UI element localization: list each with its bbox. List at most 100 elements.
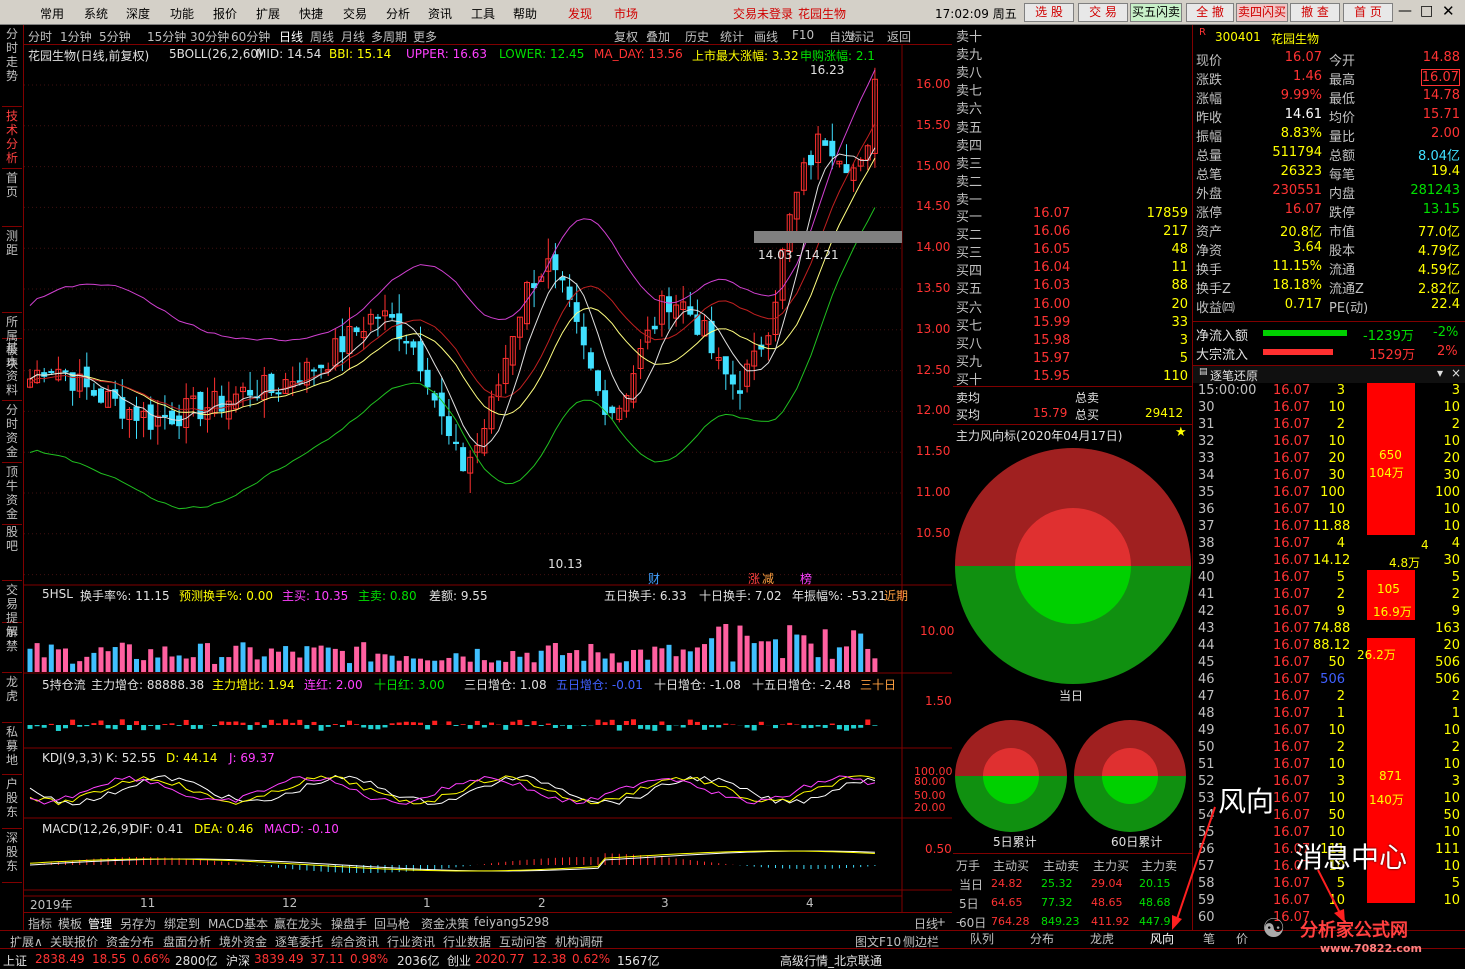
- period-10[interactable]: 更多: [413, 28, 437, 45]
- right-tab-1[interactable]: 分布: [1030, 930, 1054, 948]
- macd-title[interactable]: MACD(12,26,9): [42, 822, 133, 836]
- turnover-bar: [77, 661, 83, 672]
- period-tool-7[interactable]: 返回: [887, 28, 911, 45]
- side-tab-8[interactable]: 股吧: [2, 525, 22, 581]
- position-bar: [425, 725, 431, 730]
- toolbar-button-2[interactable]: 买五闪卖: [1130, 3, 1182, 22]
- side-tab-5[interactable]: 基本资料: [2, 341, 22, 401]
- menu-item-7[interactable]: 交易: [343, 5, 367, 22]
- buy-row-4[interactable]: 买五 16.03 88: [953, 278, 1193, 297]
- side-tab-1[interactable]: 技术分析: [2, 109, 22, 169]
- right-tab-0[interactable]: 队列: [970, 930, 994, 948]
- menu-item-6[interactable]: 快捷: [299, 5, 323, 22]
- quote-row-7: 外盘 230551 内盘 281243: [1193, 183, 1465, 202]
- close-icon[interactable]: ✕: [1442, 2, 1455, 20]
- buy-row-8[interactable]: 买九 15.97 5: [953, 351, 1193, 370]
- period-tool-5[interactable]: F10: [792, 28, 814, 42]
- buy-level-price: 15.98: [1033, 332, 1071, 348]
- quote-row-12: 换手Z 18.18% 流通Z 2.82亿: [1193, 278, 1465, 297]
- menu-shichang[interactable]: 市场: [614, 5, 638, 22]
- period-8[interactable]: 月线: [341, 28, 365, 45]
- period-6[interactable]: 日线: [279, 28, 303, 45]
- side-tab-6[interactable]: 分时资金: [2, 403, 22, 463]
- turnover-bar: [815, 657, 821, 672]
- period-tool-3[interactable]: 统计: [720, 28, 744, 45]
- turnover-bar: [560, 655, 565, 672]
- buy-row-7[interactable]: 买八 15.98 3: [953, 332, 1193, 352]
- tick-close-icon[interactable]: ×: [1451, 366, 1461, 380]
- buy-row-9[interactable]: 买十 15.95 110: [953, 369, 1193, 388]
- side-tab-10[interactable]: 解禁: [2, 625, 22, 673]
- side-tab-9[interactable]: 交易提示: [2, 583, 22, 639]
- buy-row-6[interactable]: 买七 15.99 33: [953, 315, 1193, 334]
- login-status[interactable]: 交易未登录: [733, 5, 793, 22]
- period-4[interactable]: 30分钟: [190, 28, 229, 45]
- toolbar-button-1[interactable]: 交 易: [1078, 3, 1128, 22]
- buy-row-5[interactable]: 买六 16.00 20: [953, 296, 1193, 316]
- period-switch-1[interactable]: +: [936, 915, 946, 929]
- period-9[interactable]: 多周期: [371, 28, 407, 45]
- side-tab-0[interactable]: 分时走势: [2, 27, 22, 107]
- side-tab-2[interactable]: 首页: [2, 171, 22, 227]
- period-tool-2[interactable]: 历史: [685, 28, 709, 45]
- period-tool-4[interactable]: 画线: [754, 28, 778, 45]
- side-tab-3[interactable]: 测距: [2, 229, 22, 313]
- buy-row-1[interactable]: 买二 16.06 217: [953, 224, 1193, 243]
- star-icon[interactable]: ★: [1175, 425, 1187, 440]
- side-tab-14[interactable]: 深股东: [2, 831, 22, 883]
- turnover-bar: [872, 658, 878, 672]
- hsl-title[interactable]: 5HSL: [42, 587, 73, 601]
- buy-row-3[interactable]: 买四 16.04 11: [953, 260, 1193, 279]
- toolbar-button-4[interactable]: 卖四闪买: [1236, 3, 1288, 22]
- position-bar: [531, 721, 537, 725]
- toolbar-button-6[interactable]: 首 页: [1343, 3, 1393, 22]
- buy-row-2[interactable]: 买三 16.05 48: [953, 242, 1193, 261]
- period-2[interactable]: 5分钟: [99, 28, 131, 45]
- candle-body: [843, 164, 850, 174]
- event-marker-1[interactable]: 涨: [748, 570, 760, 587]
- menu-item-2[interactable]: 深度: [126, 5, 150, 22]
- kdj-title[interactable]: KDJ(9,3,3): [42, 751, 103, 765]
- event-marker-3[interactable]: 榜: [800, 570, 812, 587]
- tick-vol2: 1: [1451, 706, 1460, 721]
- toolbar-button-5[interactable]: 撤 查: [1290, 3, 1340, 22]
- side-tab-4[interactable]: 所属板块: [2, 315, 22, 371]
- indicator-tab-10[interactable]: feiyang5298: [474, 915, 549, 929]
- maximize-icon[interactable]: □: [1420, 3, 1433, 19]
- tick-list-header: ▤ 逐笔还原 ▾ ×: [1193, 366, 1465, 383]
- period-5[interactable]: 60分钟: [231, 28, 270, 45]
- kline-chart-area[interactable]: [24, 45, 952, 912]
- menu-item-11[interactable]: 帮助: [513, 5, 537, 22]
- menu-item-1[interactable]: 系统: [84, 5, 108, 22]
- side-tab-13[interactable]: 户股东: [2, 777, 22, 829]
- event-marker-2[interactable]: 减: [762, 570, 774, 587]
- period-tool-0[interactable]: 复权: [614, 28, 638, 45]
- buy-level-volume: 20: [1171, 296, 1188, 312]
- menu-item-4[interactable]: 报价: [213, 5, 237, 22]
- period-0[interactable]: 分时: [28, 28, 52, 45]
- menu-item-5[interactable]: 扩展: [256, 5, 280, 22]
- tick-vol: 10: [1328, 400, 1345, 415]
- period-1[interactable]: 1分钟: [60, 28, 92, 45]
- event-marker-0[interactable]: 财: [648, 570, 660, 587]
- tick-filter-icon[interactable]: ▾: [1437, 366, 1443, 380]
- menu-item-8[interactable]: 分析: [386, 5, 410, 22]
- mark-tool[interactable]: 标记: [850, 28, 874, 45]
- period-3[interactable]: 15分钟: [147, 28, 186, 45]
- menu-item-0[interactable]: 常用: [40, 5, 64, 22]
- side-tab-12[interactable]: 私募地: [2, 725, 22, 775]
- menu-item-3[interactable]: 功能: [170, 5, 194, 22]
- period-tool-1[interactable]: 叠加: [646, 28, 670, 45]
- toolbar-button-3[interactable]: 全 撤: [1186, 3, 1234, 22]
- menu-item-9[interactable]: 资讯: [428, 5, 452, 22]
- buy-row-0[interactable]: 买一 16.07 17859: [953, 206, 1193, 225]
- minimize-icon[interactable]: —: [1398, 3, 1412, 19]
- menu-faxian[interactable]: 发现: [568, 5, 592, 22]
- period-7[interactable]: 周线: [310, 28, 334, 45]
- side-tab-11[interactable]: 龙虎: [2, 675, 22, 723]
- menu-item-10[interactable]: 工具: [471, 5, 495, 22]
- side-tab-7[interactable]: 顶牛资金: [2, 465, 22, 525]
- right-tab-2[interactable]: 龙虎: [1090, 930, 1114, 948]
- toolbar-button-0[interactable]: 选 股: [1024, 3, 1074, 22]
- cc-title[interactable]: 5持仓流: [42, 676, 86, 693]
